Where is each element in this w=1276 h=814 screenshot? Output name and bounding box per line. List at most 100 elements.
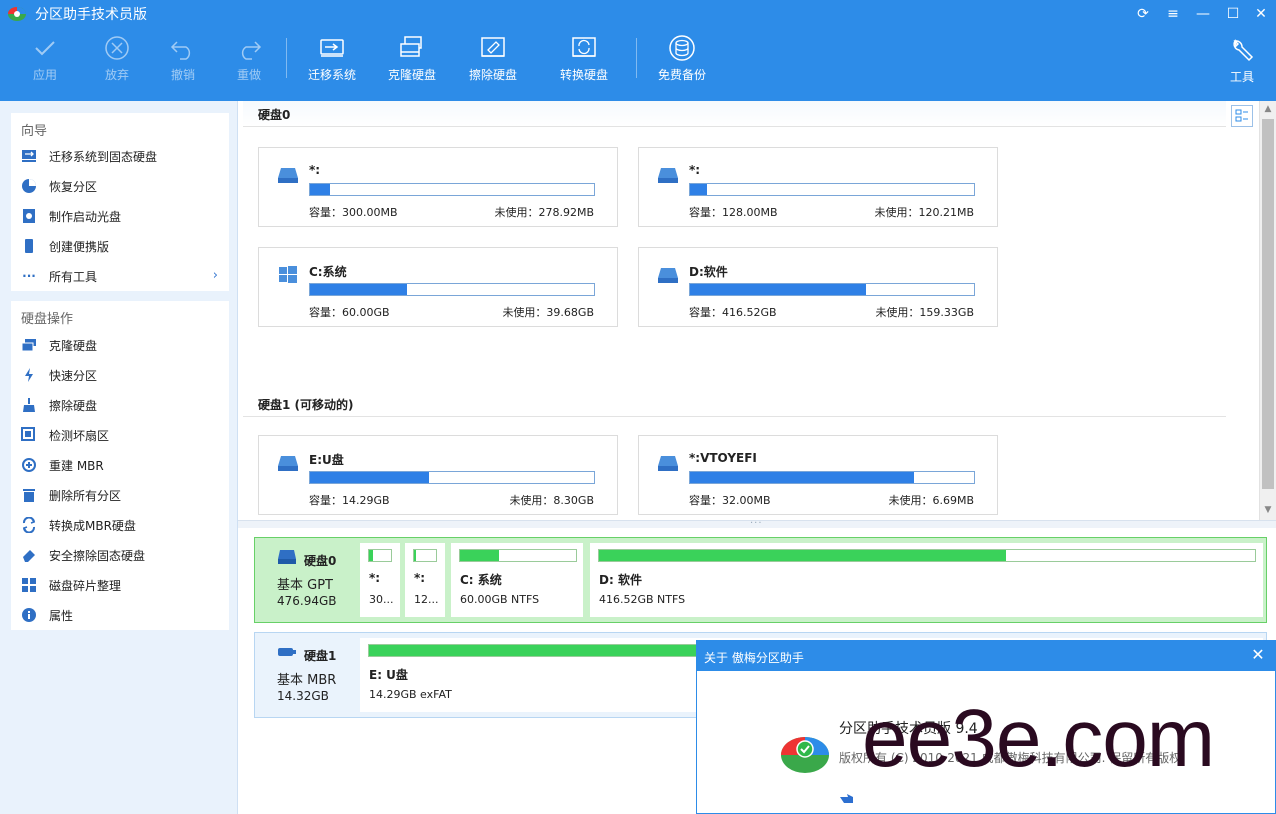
sidebar-item-rebuild-mbr[interactable]: 重建 MBR xyxy=(21,454,226,476)
sidebar-item-label: 克隆硬盘 xyxy=(49,338,98,353)
sidebar-item-clone-disk[interactable]: 克隆硬盘 xyxy=(21,334,226,356)
disk-ops-title: 硬盘操作 xyxy=(21,312,74,327)
wizard-title: 向导 xyxy=(21,124,48,139)
about-dialog-header: 关于 傲梅分区助手 ✕ xyxy=(697,641,1275,671)
redo-button[interactable]: 重做 xyxy=(214,34,284,90)
tools-button[interactable]: 工具 xyxy=(1212,36,1272,92)
clone-icon xyxy=(400,36,422,57)
disk-info: 硬盘1 基本 MBR 14.32GB xyxy=(255,633,359,717)
scroll-down-icon[interactable]: ▼ xyxy=(1260,502,1276,518)
wrench-icon xyxy=(1233,38,1254,62)
eraser-icon xyxy=(21,547,37,563)
pane-splitter[interactable]: ··· xyxy=(238,518,1276,529)
about-close-button[interactable]: ✕ xyxy=(1249,646,1267,664)
sidebar-item-label: 重建 MBR xyxy=(49,458,104,473)
sidebar-item-defrag[interactable]: 磁盘碎片整理 xyxy=(21,574,226,596)
drive-icon xyxy=(278,168,298,183)
convert-mbr-icon xyxy=(21,517,37,533)
sidebar-item-secure-erase-ssd[interactable]: 安全擦除固态硬盘 xyxy=(21,544,226,566)
cancel-icon xyxy=(105,36,129,60)
usb-drive-icon xyxy=(278,648,296,656)
app-logo-icon xyxy=(8,7,26,21)
disk-icon xyxy=(278,550,296,564)
sidebar-item-label: 创建便携版 xyxy=(49,239,110,254)
sidebar-item-label: 所有工具 xyxy=(49,269,98,284)
sidebar-item-quick-partition[interactable]: 快速分区 xyxy=(21,364,226,386)
discard-button[interactable]: 放弃 xyxy=(82,34,152,90)
refresh-icon[interactable]: ⟳ xyxy=(1133,4,1153,24)
disk-header-title: 硬盘0 xyxy=(258,108,291,122)
disk-header: 硬盘1 (可移动的) xyxy=(243,391,1226,417)
sidebar-item-label: 属性 xyxy=(49,608,74,623)
disk-map-row[interactable]: 硬盘0 基本 GPT 476.94GB *: 30... *: 12... C:… xyxy=(254,537,1267,623)
undo-button[interactable]: 撤销 xyxy=(148,34,218,90)
sidebar-item-label: 检测坏扇区 xyxy=(49,428,110,443)
chevron-right-icon: › xyxy=(212,268,218,283)
close-button[interactable]: ✕ xyxy=(1251,4,1271,24)
sidebar: 向导 迁移系统到固态硬盘 恢复分区 制作启动光盘 创建便携版 ··· 所有工具 … xyxy=(0,101,238,814)
check-icon xyxy=(35,41,55,56)
partition-block[interactable]: C: 系统 60.00GB NTFS xyxy=(451,543,583,617)
sidebar-item-convert-mbr[interactable]: 转换成MBR硬盘 xyxy=(21,514,226,536)
maximize-button[interactable]: ☐ xyxy=(1223,4,1243,24)
lightning-icon xyxy=(21,367,37,383)
sidebar-item-label: 删除所有分区 xyxy=(49,488,122,503)
wipe-icon xyxy=(481,37,505,57)
convert-disk-button[interactable]: 转换硬盘 xyxy=(549,34,619,90)
sidebar-item-properties[interactable]: 属性 xyxy=(21,604,226,626)
partition-card[interactable]: *: 容量：300.00MB 未使用：278.92MB xyxy=(258,147,618,227)
list-view-icon xyxy=(1235,109,1248,122)
partition-block[interactable]: *: 12... xyxy=(405,543,445,617)
more-icon: ··· xyxy=(22,269,36,283)
usage-bar xyxy=(689,471,975,484)
usage-bar xyxy=(309,283,595,296)
migrate-icon xyxy=(320,39,344,57)
sidebar-item-portable[interactable]: 创建便携版 xyxy=(21,235,226,257)
partition-card[interactable]: *: 容量：128.00MB 未使用：120.21MB xyxy=(638,147,998,227)
disk-ops-panel: 硬盘操作 克隆硬盘 快速分区 擦除硬盘 检测坏扇区 重建 MBR 删除所有分区 … xyxy=(11,301,229,630)
view-toggle-button[interactable] xyxy=(1231,105,1253,127)
sidebar-item-recover-partition[interactable]: 恢复分区 xyxy=(21,175,226,197)
scrollbar-thumb[interactable] xyxy=(1262,119,1274,489)
minimize-button[interactable]: — xyxy=(1193,4,1213,24)
drive-icon xyxy=(658,168,678,183)
app-title: 分区助手技术员版 xyxy=(35,7,147,23)
apply-button[interactable]: 应用 xyxy=(10,34,80,90)
check-sector-icon xyxy=(21,427,37,443)
sidebar-item-boot-disc[interactable]: 制作启动光盘 xyxy=(21,205,226,227)
vertical-scrollbar[interactable]: ▲ ▼ xyxy=(1259,101,1276,520)
boot-disc-icon xyxy=(21,208,37,224)
sidebar-item-label: 制作启动光盘 xyxy=(49,209,122,224)
sidebar-item-label: 转换成MBR硬盘 xyxy=(49,518,136,533)
migrate-os-button[interactable]: 迁移系统 xyxy=(297,34,367,90)
migrate-ssd-icon xyxy=(21,148,37,164)
partition-card[interactable]: D:软件 容量：416.52GB 未使用：159.33GB xyxy=(638,247,998,327)
sidebar-item-delete-all[interactable]: 删除所有分区 xyxy=(21,484,226,506)
pie-icon xyxy=(21,178,37,194)
scroll-up-icon[interactable]: ▲ xyxy=(1260,101,1276,117)
free-backup-button[interactable]: 免费备份 xyxy=(647,34,717,90)
disk-info: 硬盘0 基本 GPT 476.94GB xyxy=(255,538,359,622)
sidebar-item-label: 磁盘碎片整理 xyxy=(49,578,122,593)
sidebar-item-all-tools[interactable]: ··· 所有工具 › xyxy=(21,265,226,287)
wipe-disk-button[interactable]: 擦除硬盘 xyxy=(458,34,528,90)
partition-cards-area: 硬盘0 *: 容量：300.00MB 未使用：278.92MB *: 容量：12… xyxy=(238,101,1276,520)
clone-disk-button[interactable]: 克隆硬盘 xyxy=(377,34,447,90)
toolbar-separator xyxy=(286,38,287,78)
pointing-hand-icon xyxy=(840,794,853,803)
disk-header: 硬盘0 xyxy=(243,101,1226,127)
sidebar-item-check-bad-sectors[interactable]: 检测坏扇区 xyxy=(21,424,226,446)
partition-card[interactable]: *:VTOYEFI 容量：32.00MB 未使用：6.69MB xyxy=(638,435,998,515)
partition-block[interactable]: *: 30... xyxy=(360,543,400,617)
usage-bar xyxy=(309,471,595,484)
usage-bar xyxy=(689,183,975,196)
defrag-icon xyxy=(21,577,37,593)
trash-icon xyxy=(21,487,37,503)
toolbar-separator xyxy=(636,38,637,78)
partition-card[interactable]: C:系统 容量：60.00GB 未使用：39.68GB xyxy=(258,247,618,327)
partition-block[interactable]: D: 软件 416.52GB NTFS xyxy=(590,543,1263,617)
partition-card[interactable]: E:U盘 容量：14.29GB 未使用：8.30GB xyxy=(258,435,618,515)
menu-icon[interactable]: ≡ xyxy=(1163,4,1183,24)
sidebar-item-wipe-disk[interactable]: 擦除硬盘 xyxy=(21,394,226,416)
sidebar-item-migrate-ssd[interactable]: 迁移系统到固态硬盘 xyxy=(21,145,226,167)
